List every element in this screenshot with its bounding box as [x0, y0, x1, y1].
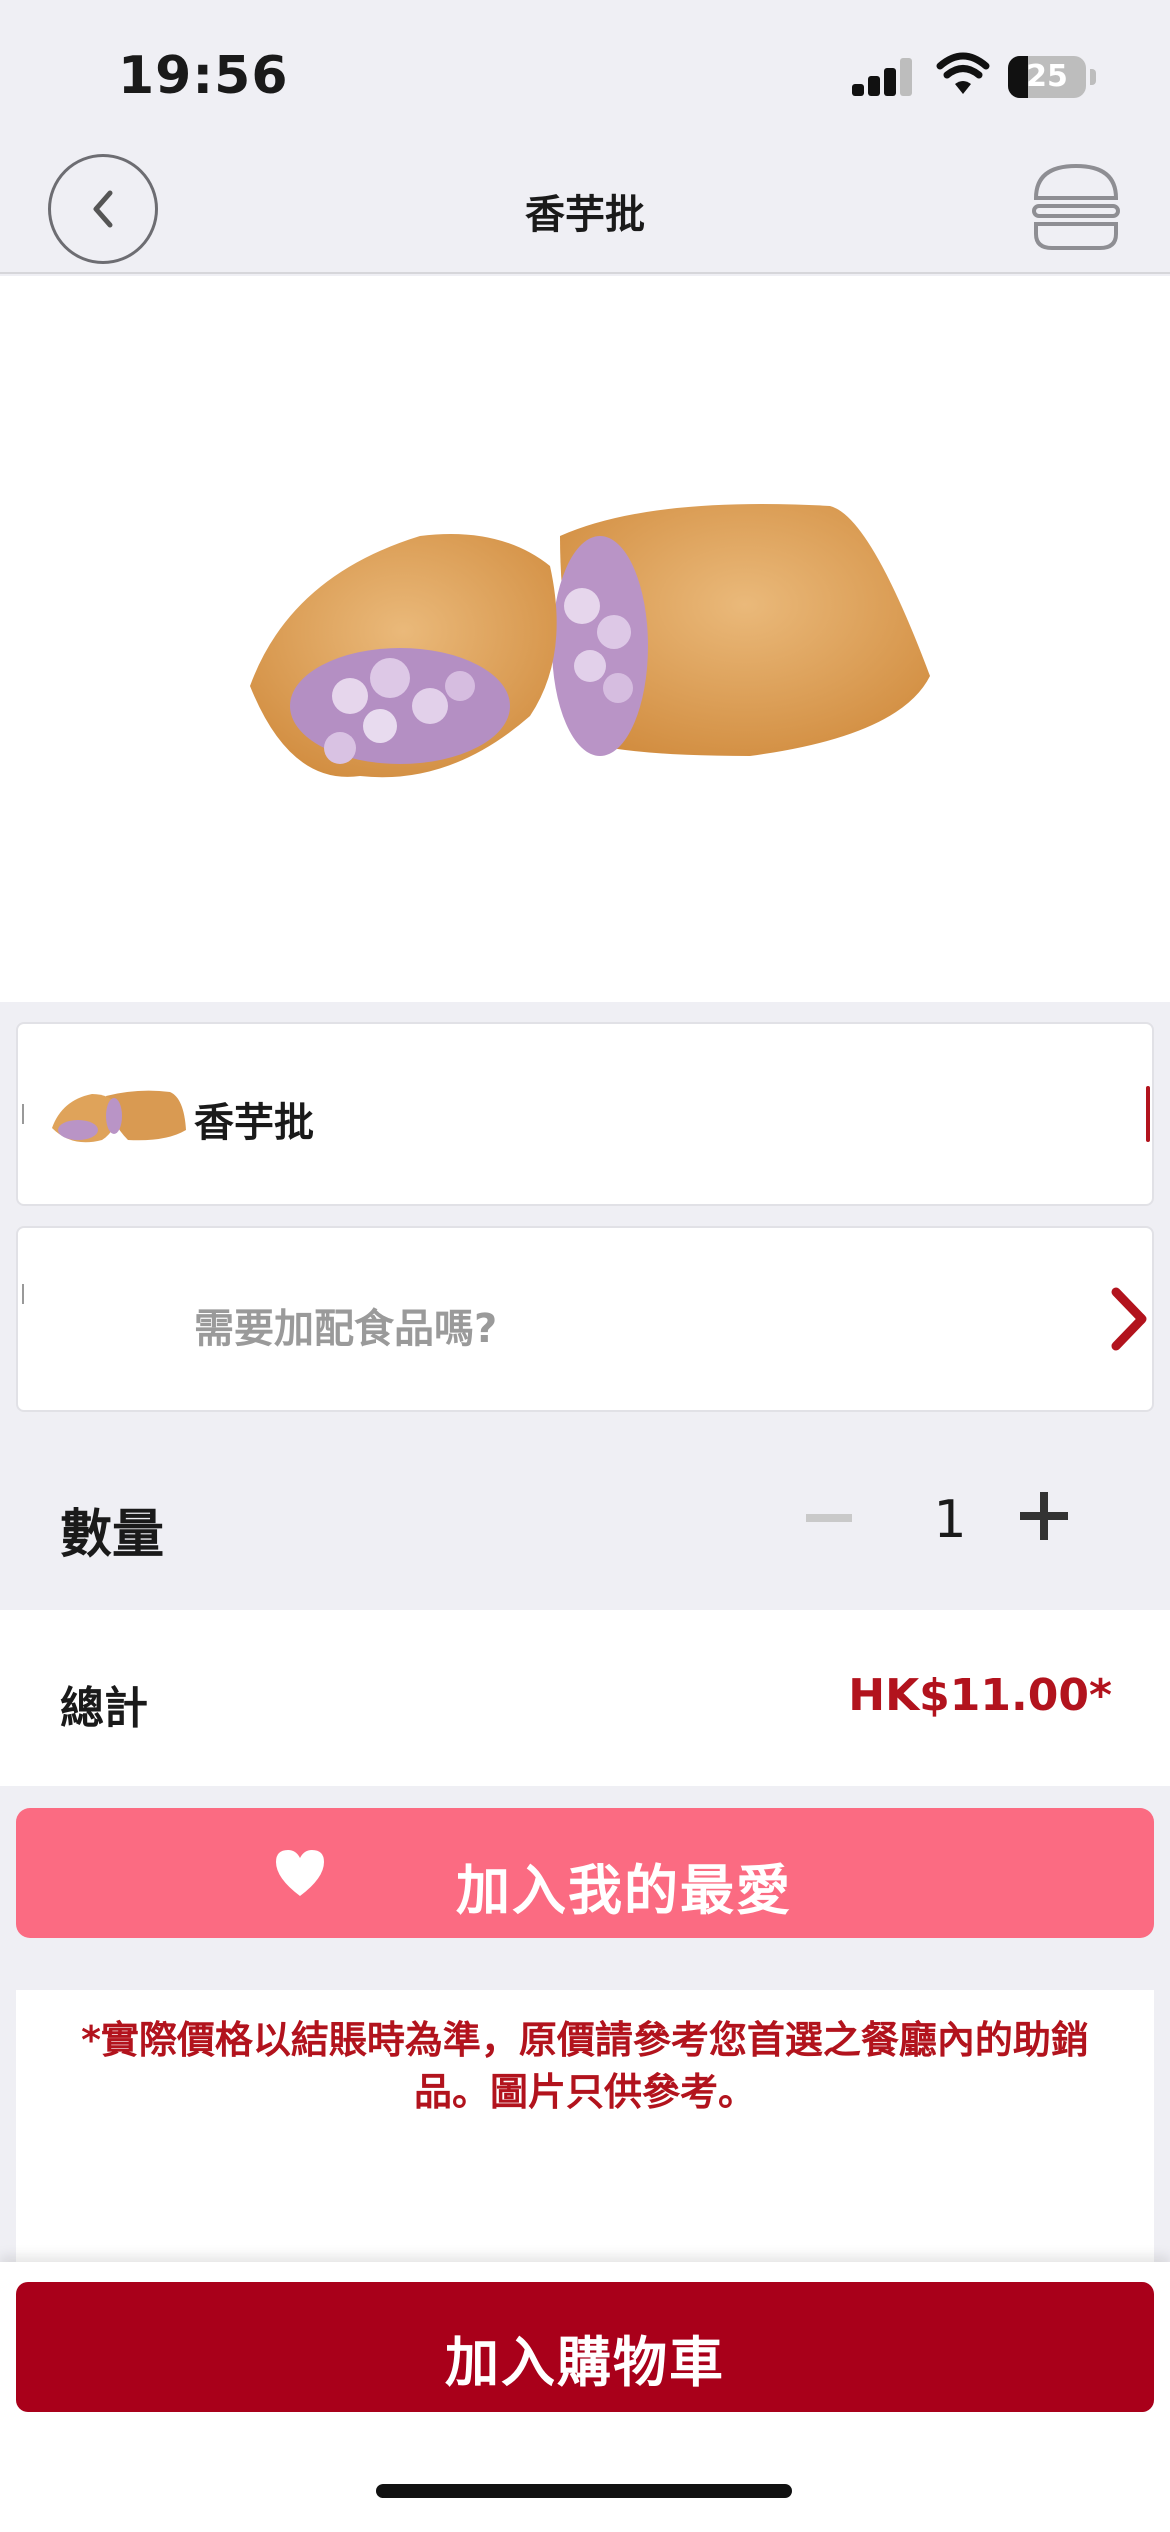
total-label: 總計 [60, 1683, 148, 1734]
add-to-favorites-button[interactable]: 加入我的最愛 [16, 1808, 1154, 1938]
edge-mark [22, 1104, 24, 1124]
add-to-favorites-label: 加入我的最愛 [456, 1859, 792, 1922]
item-name: 香芋批 [194, 1100, 314, 1146]
add-to-cart-label: 加入購物車 [445, 2331, 725, 2394]
battery-icon: 25 [1008, 56, 1086, 98]
add-to-cart-button[interactable]: 加入購物車 [16, 2282, 1154, 2412]
decrease-quantity-button[interactable] [806, 1514, 852, 1522]
cellular-signal-icon [852, 58, 914, 96]
increase-quantity-button[interactable] [1020, 1492, 1068, 1540]
home-indicator [376, 2484, 792, 2498]
total-price: HK$11.00* [848, 1670, 1112, 1721]
burger-menu-icon[interactable] [1030, 162, 1122, 252]
quantity-value: 1 [933, 1490, 967, 1550]
status-bar: 19:56 25 [0, 0, 1170, 140]
product-image-area [0, 276, 1170, 1002]
nav-bar: 香芋批 [0, 140, 1170, 274]
battery-level: 25 [1026, 59, 1068, 94]
selected-indicator [1146, 1086, 1150, 1142]
quantity-label: 數量 [60, 1505, 165, 1565]
bottom-bar: 加入購物車 [0, 2262, 1170, 2532]
heart-icon [276, 1850, 324, 1896]
battery-tip [1090, 69, 1096, 85]
taro-pie-thumbnail [52, 1090, 186, 1143]
price-notice: *實際價格以結賬時為準，原價請參考您首選之餐廳內的助銷品。圖片只供參考。 [16, 1990, 1154, 2266]
status-time: 19:56 [118, 46, 289, 106]
price-notice-text: *實際價格以結賬時為準，原價請參考您首選之餐廳內的助銷品。圖片只供參考。 [81, 2018, 1089, 2114]
edge-mark [22, 1284, 24, 1304]
addon-prompt: 需要加配食品嗎? [194, 1306, 498, 1352]
chevron-right-icon [1111, 1287, 1147, 1351]
wifi-icon [936, 52, 990, 94]
total-row: 總計 HK$11.00* [0, 1610, 1170, 1786]
page-title: 香芋批 [525, 192, 645, 238]
item-card[interactable]: 香芋批 [16, 1022, 1154, 1206]
taro-pie-image [250, 504, 930, 778]
quantity-stepper: 數量 1 [0, 1450, 1170, 1590]
addon-card[interactable]: 需要加配食品嗎? [16, 1226, 1154, 1412]
